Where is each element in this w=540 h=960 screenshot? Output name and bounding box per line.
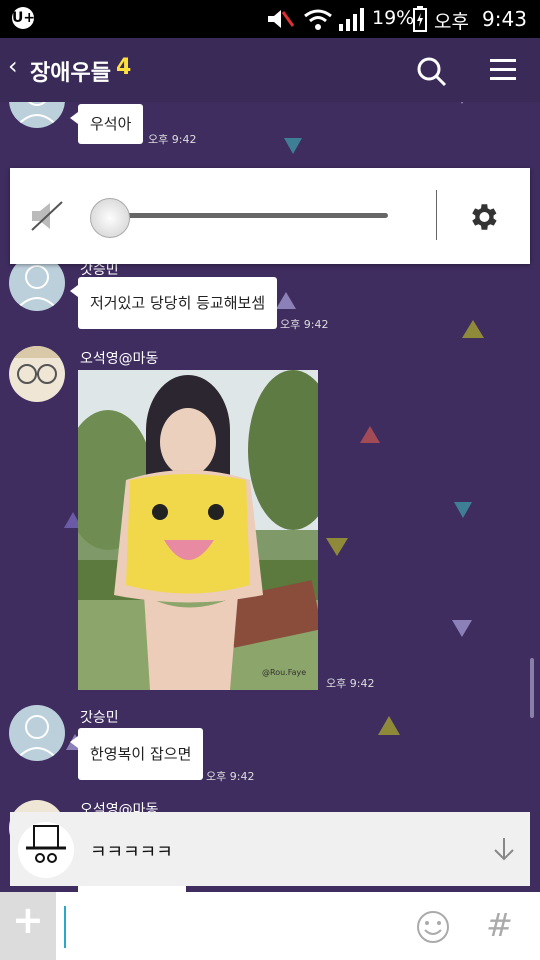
search-icon[interactable]	[416, 56, 448, 88]
volume-slider-knob[interactable]	[90, 198, 130, 238]
input-bar: + #	[0, 892, 540, 960]
decor-triangle	[360, 426, 380, 443]
message-time: 오후 9:42	[326, 677, 375, 690]
decor-triangle	[276, 292, 296, 309]
speaker-muted-icon[interactable]	[30, 200, 66, 232]
status-time: 9:43	[482, 7, 527, 31]
new-message-preview[interactable]: ㅋㅋㅋㅋㅋ	[10, 812, 530, 886]
battery-percent: 19%	[372, 7, 415, 29]
photo-image	[78, 370, 318, 690]
preview-text: ㅋㅋㅋㅋㅋ	[90, 842, 173, 863]
add-attachment-button[interactable]: +	[0, 892, 56, 960]
menu-icon[interactable]	[490, 58, 518, 82]
chat-header: ‹ 장애우들 4	[0, 38, 540, 102]
sender-name: 오석영@마동	[80, 351, 159, 367]
scrollbar[interactable]	[530, 658, 534, 718]
photo-watermark: @Rou.Faye	[262, 668, 307, 677]
decor-triangle	[284, 138, 302, 154]
wifi-icon	[304, 9, 332, 30]
message-bubble[interactable]: 한영복이 잡으면	[69, 728, 204, 780]
decor-triangle	[326, 538, 348, 556]
sender-name: 갓승민	[80, 710, 119, 726]
plus-icon: +	[12, 898, 44, 942]
message-time: 오후 9:42	[280, 318, 329, 331]
member-count: 4	[116, 55, 132, 80]
emoticon-icon[interactable]	[416, 910, 450, 944]
signal-icon	[339, 8, 364, 31]
mute-icon	[268, 10, 294, 28]
hashtag-button[interactable]: #	[486, 906, 513, 944]
divider	[436, 190, 437, 240]
back-button[interactable]: ‹	[8, 52, 18, 80]
message-input[interactable]	[64, 906, 400, 948]
decor-triangle	[462, 320, 484, 338]
message-time: 오후 9:42	[206, 770, 255, 783]
carrier-icon: U+	[12, 7, 35, 29]
avatar[interactable]	[9, 346, 65, 402]
decor-triangle	[454, 502, 472, 518]
message-time: 오후 9:42	[148, 133, 197, 146]
decor-triangle	[378, 716, 400, 735]
arrow-down-icon[interactable]	[492, 836, 516, 862]
volume-slider-track[interactable]	[120, 213, 388, 218]
decor-triangle	[452, 620, 472, 637]
avatar[interactable]	[9, 102, 65, 128]
preview-avatar	[18, 822, 74, 878]
avatar[interactable]	[9, 705, 65, 761]
status-ampm: 오후	[434, 11, 469, 33]
message-bubble[interactable]: 우석아	[69, 104, 144, 144]
status-bar: U+ 19% 오후 9:43	[0, 0, 540, 38]
decor-triangle	[452, 102, 472, 104]
photo-message[interactable]: @Rou.Faye	[78, 370, 318, 690]
battery-icon	[413, 6, 427, 32]
settings-gear-icon[interactable]	[466, 200, 500, 234]
message-bubble[interactable]: 저거있고 당당히 등교해보셈	[69, 277, 278, 329]
volume-panel	[10, 168, 530, 264]
chat-title: 장애우들	[30, 61, 111, 86]
